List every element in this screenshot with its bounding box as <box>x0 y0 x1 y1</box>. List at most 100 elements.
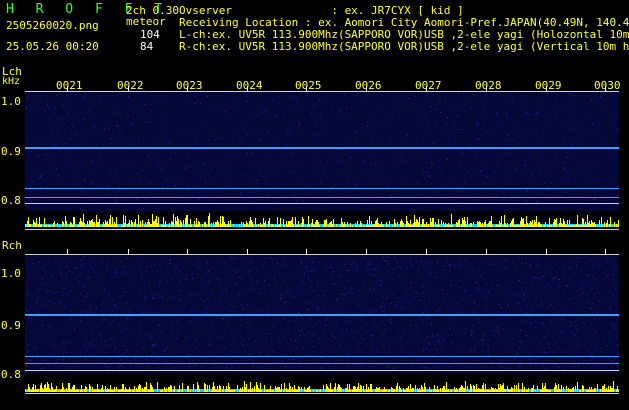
noise-dot <box>471 311 473 313</box>
noise-dot <box>569 107 571 109</box>
noise-dot <box>528 115 530 117</box>
noise-dot <box>478 290 480 292</box>
noise-dot <box>139 105 141 107</box>
noise-dot <box>295 347 297 349</box>
noise-dot <box>554 154 556 156</box>
noise-dot <box>535 130 537 132</box>
noise-dot <box>300 365 302 367</box>
noise-dot <box>239 142 241 144</box>
noise-dot <box>494 336 496 338</box>
noise-dot <box>370 357 372 359</box>
activity-bar <box>572 388 573 392</box>
noise-dot <box>411 310 413 312</box>
noise-dot <box>283 115 285 117</box>
noise-dot <box>574 334 576 336</box>
noise-dot <box>334 305 336 307</box>
noise-dot <box>612 120 614 122</box>
activity-bar <box>280 218 281 227</box>
noise-dot <box>515 126 517 128</box>
noise-dot <box>44 270 46 272</box>
noise-dot <box>207 280 209 282</box>
noise-dot <box>264 368 266 370</box>
noise-dot <box>569 321 571 323</box>
activity-bar <box>361 386 362 392</box>
noise-dot <box>576 261 578 263</box>
activity-bar <box>345 224 346 227</box>
noise-dot <box>389 322 391 324</box>
activity-bar <box>214 225 215 227</box>
noise-dot <box>224 360 226 362</box>
noise-dot <box>398 115 400 117</box>
noise-dot <box>478 181 480 183</box>
noise-dot <box>187 154 189 156</box>
noise-dot <box>599 259 601 261</box>
noise-dot <box>202 152 204 154</box>
noise-dot <box>422 292 424 294</box>
noise-dot <box>54 108 56 110</box>
activity-bar <box>379 225 380 227</box>
noise-dot <box>64 341 66 343</box>
noise-dot <box>61 294 63 296</box>
noise-dot <box>441 172 443 174</box>
noise-dot <box>290 339 292 341</box>
noise-dot <box>320 326 322 328</box>
noise-dot <box>101 282 103 284</box>
noise-dot <box>471 287 473 289</box>
noise-dot <box>91 353 93 355</box>
noise-dot <box>379 280 381 282</box>
activity-bar <box>275 224 276 227</box>
noise-dot <box>436 127 438 129</box>
noise-dot <box>378 319 380 321</box>
noise-dot <box>346 170 348 172</box>
activity-bar <box>545 383 546 392</box>
noise-dot <box>430 322 432 324</box>
noise-dot <box>162 258 164 260</box>
activity-bar <box>386 222 387 227</box>
noise-dot <box>561 284 563 286</box>
activity-bar <box>464 388 465 392</box>
activity-bar <box>407 221 408 227</box>
noise-dot <box>166 367 168 369</box>
noise-dot <box>616 338 618 340</box>
activity-bar <box>74 385 75 392</box>
noise-dot <box>210 167 212 169</box>
noise-dot <box>129 318 131 320</box>
activity-bar <box>77 389 78 392</box>
noise-dot <box>521 129 523 131</box>
noise-dot <box>373 321 375 323</box>
noise-dot <box>68 295 70 297</box>
noise-dot <box>259 159 261 161</box>
noise-dot <box>87 277 89 279</box>
noise-dot <box>478 287 480 289</box>
noise-dot <box>124 303 126 305</box>
noise-dot <box>172 277 174 279</box>
noise-dot <box>85 338 87 340</box>
activity-bar <box>133 390 134 392</box>
activity-bar <box>393 390 394 392</box>
noise-dot <box>51 280 53 282</box>
noise-dot <box>35 269 37 271</box>
noise-dot <box>326 317 328 319</box>
activity-bar <box>550 390 551 392</box>
noise-dot <box>448 358 450 360</box>
noise-dot <box>264 157 266 159</box>
noise-dot <box>115 269 117 271</box>
activity-bar <box>99 390 100 392</box>
noise-dot <box>101 310 103 312</box>
noise-dot <box>231 277 233 279</box>
noise-dot <box>194 96 196 98</box>
activity-bar <box>372 390 373 392</box>
noise-dot <box>525 310 527 312</box>
activity-bar <box>347 384 348 392</box>
activity-bar <box>593 390 594 392</box>
noise-dot <box>237 101 239 103</box>
noise-dot <box>30 341 32 343</box>
noise-dot <box>427 181 429 183</box>
noise-dot <box>195 347 197 349</box>
noise-dot <box>547 307 549 309</box>
noise-dot <box>366 121 368 123</box>
noise-dot <box>559 298 561 300</box>
noise-dot <box>179 282 181 284</box>
noise-dot <box>274 282 276 284</box>
noise-dot <box>437 341 439 343</box>
